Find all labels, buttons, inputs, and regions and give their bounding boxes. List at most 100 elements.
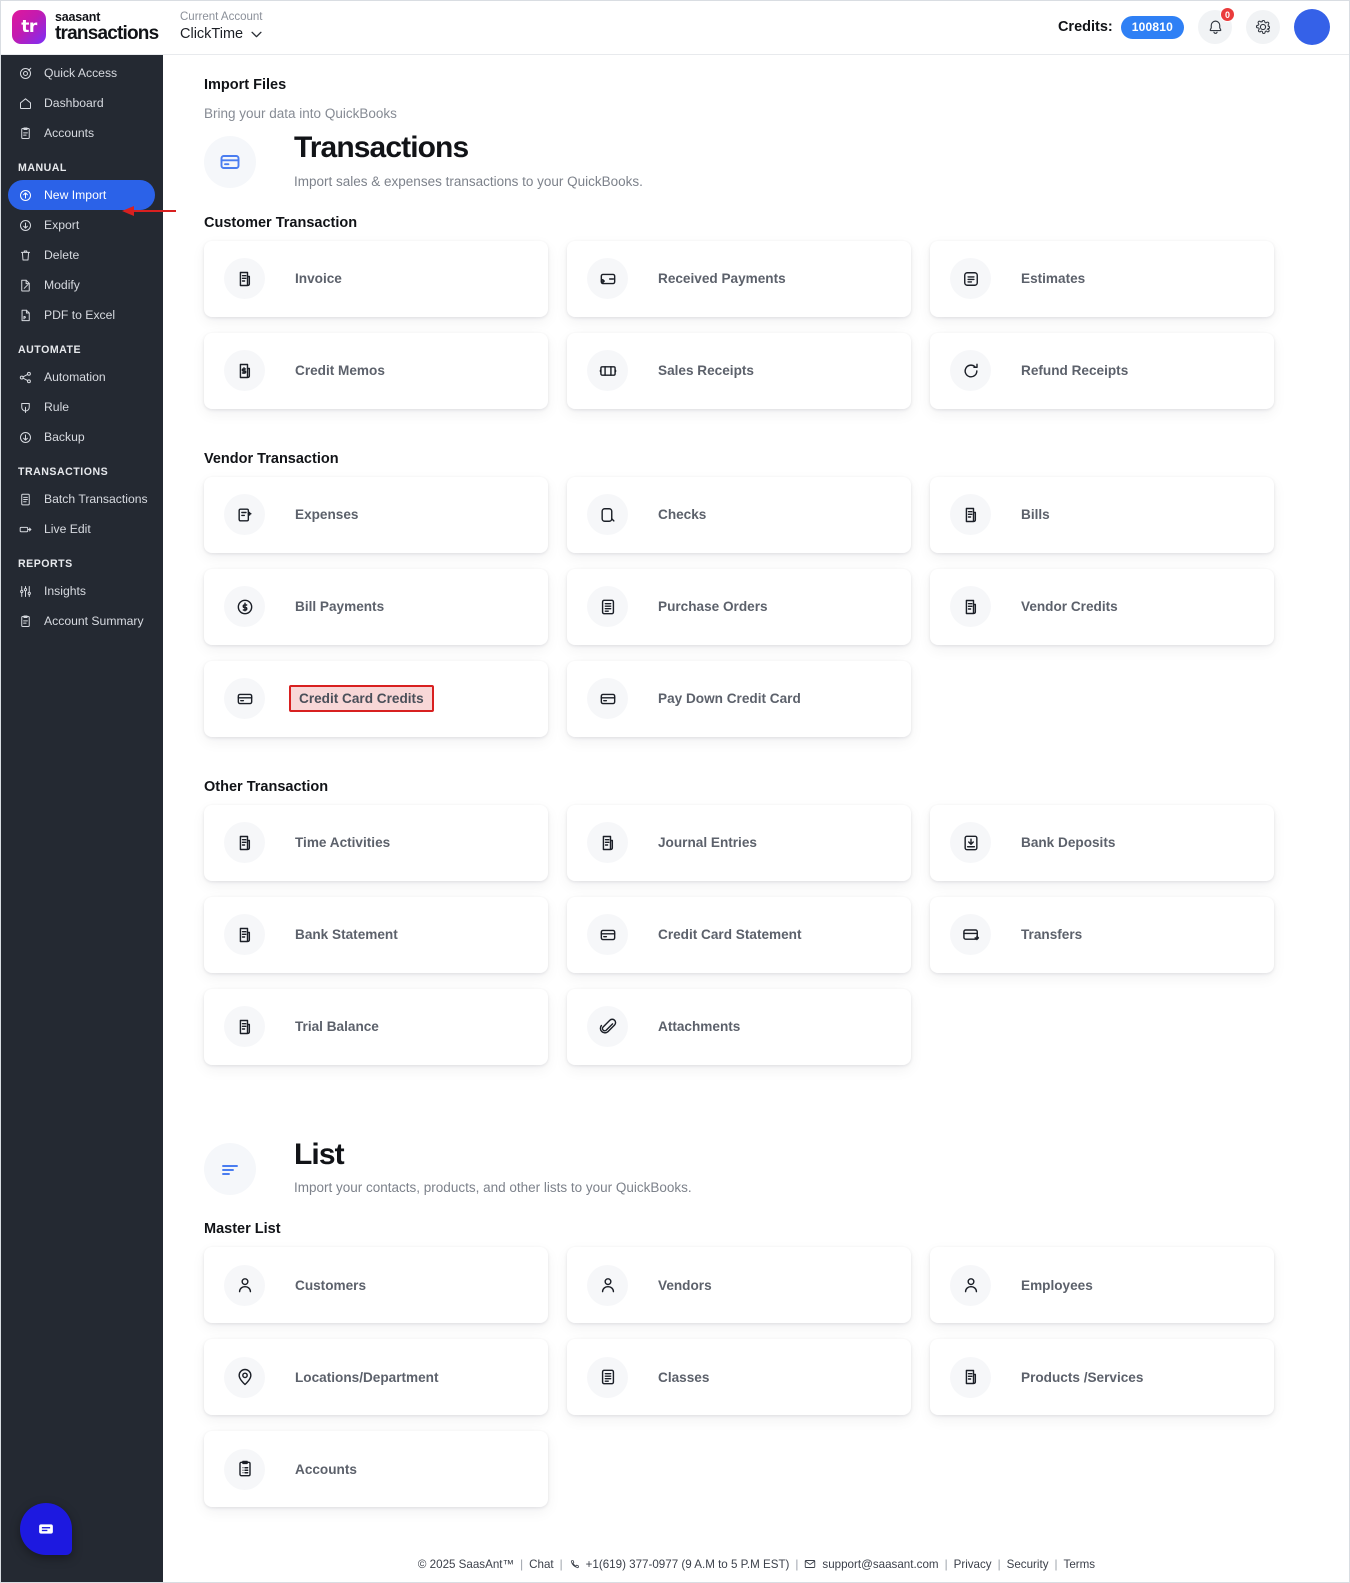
person-icon [601,1278,614,1293]
footer-copyright: © 2025 SaasAnt™ [417,1557,515,1571]
sidebar-item-accounts[interactable]: Accounts [8,118,155,148]
sidebar-item-delete[interactable]: Delete [8,240,155,270]
footer-terms-link[interactable]: Terms [1064,1558,1096,1571]
check-icon [600,507,615,522]
import-card-expenses[interactable]: Expenses [204,476,548,553]
footer-phone[interactable]: +1(619) 377-0977 (9 A.M to 5 P.M EST) [586,1558,790,1571]
import-card-trial-balance[interactable]: Trial Balance [204,988,548,1065]
notification-count-badge: 0 [1220,7,1235,22]
sidebar-item-export[interactable]: Export [8,210,155,240]
footer-chat-link[interactable]: Chat [529,1558,554,1571]
import-card-refund-receipts[interactable]: Refund Receipts [930,332,1274,409]
clipboard-icon [587,822,628,863]
settings-button[interactable] [1246,10,1280,44]
import-card-bank-deposits[interactable]: Bank Deposits [930,804,1274,881]
person-icon [950,1264,991,1306]
clipboard-icon [965,1369,976,1385]
import-card-time-activities[interactable]: Time Activities [204,804,548,881]
card-icon [224,678,265,719]
card-icon [600,693,615,704]
credits-value-badge[interactable]: 100810 [1120,15,1184,39]
card-grid: Customers Vendors Employees Locations/Depar… [204,1247,1292,1523]
footer-privacy-link[interactable]: Privacy [954,1558,992,1571]
account-name: ClickTime [180,26,244,43]
sidebar-item-insights[interactable]: Insights [8,576,155,606]
notifications-button[interactable]: 0 [1198,7,1235,44]
refund-icon [963,363,978,377]
import-card-accounts[interactable]: Accounts [204,1431,548,1507]
clipboard-icon [18,126,33,141]
import-card-bill-payments[interactable]: Bill Payments [204,568,548,645]
import-card-vendors[interactable]: Vendors [567,1247,911,1323]
footer-divider: | [520,1557,524,1571]
sidebar-item-label: Account Summary [44,614,144,628]
import-card-classes[interactable]: Classes [567,1339,911,1415]
sidebar-item-quick-access[interactable]: Quick Access [8,58,155,88]
live-edit-icon [18,522,33,537]
download-icon [18,218,33,233]
credits-display: Credits: 100810 [1058,15,1184,39]
sliders-icon [20,585,31,597]
import-card-label: Classes [658,1369,710,1385]
sidebar-item-account-summary[interactable]: Account Summary [8,606,155,636]
invoice-icon [239,271,250,286]
import-card-purchase-orders[interactable]: Purchase Orders [567,568,911,645]
import-card-locations-department[interactable]: Locations/Department [204,1339,548,1415]
import-card-label: Pay Down Credit Card [658,691,801,706]
pin-icon [224,1356,265,1398]
credit-memo-icon [239,363,250,378]
group-title: Customer Transaction [204,214,358,231]
account-switcher[interactable]: ClickTime [180,26,262,43]
import-card-credit-card-statement[interactable]: Credit Card Statement [567,896,911,973]
chevron-down-icon [251,31,262,38]
sidebar-item-batch-transactions[interactable]: Batch Transactions [8,484,155,514]
import-card-employees[interactable]: Employees [930,1247,1274,1323]
sidebar-item-dashboard[interactable]: Dashboard [8,88,155,118]
import-card-sales-receipts[interactable]: Sales Receipts [567,332,911,409]
sidebar-item-label: Delete [44,248,80,262]
sidebar-item-modify[interactable]: Modify [8,270,155,300]
import-card-credit-memos[interactable]: Credit Memos [204,332,548,409]
import-card-checks[interactable]: Checks [567,476,911,553]
card-icon [587,914,628,955]
sidebar-item-automation[interactable]: Automation [8,362,155,392]
import-card-customers[interactable]: Customers [204,1247,548,1323]
card-grid: Time Activities Journal Entries Bank Depos… [204,804,1292,1081]
sidebar-item-label: Export [44,218,80,232]
import-card-label: Bank Deposits [1021,835,1116,850]
edit-doc-icon [18,278,33,293]
sidebar-item-label: Automation [44,370,106,384]
sidebar-item-live-edit[interactable]: Live Edit [8,514,155,544]
expense-icon [224,494,265,535]
envelope-icon [805,1560,816,1568]
import-card-attachments[interactable]: Attachments [567,988,911,1065]
sidebar-item-pdf-to-excel[interactable]: PDF to Excel [8,300,155,330]
footer-security-link[interactable]: Security [1007,1558,1049,1571]
import-card-bills[interactable]: Bills [930,476,1274,553]
sales-receipt-icon [587,350,628,391]
import-card-estimates[interactable]: Estimates [930,240,1274,317]
estimate-icon [963,271,978,286]
import-card-bank-statement[interactable]: Bank Statement [204,896,548,973]
import-card-credit-card-credits[interactable]: Credit Card Credits [204,660,548,737]
sidebar-item-label: Batch Transactions [44,492,148,506]
import-card-pay-down-credit-card[interactable]: Pay Down Credit Card [567,660,911,737]
user-avatar[interactable] [1294,9,1330,45]
import-card-products-services[interactable]: Products /Services [930,1339,1274,1415]
sidebar-item-rule[interactable]: Rule [8,392,155,422]
sidebar-primary-nav: Quick Access Dashboard Accounts [0,58,163,148]
import-card-journal-entries[interactable]: Journal Entries [567,804,911,881]
edit-doc-icon [21,279,30,291]
import-card-invoice[interactable]: Invoice [204,240,548,317]
import-card-received-payments[interactable]: Received Payments [567,240,911,317]
import-card-label: Received Payments [658,271,786,286]
sidebar-item-new-import[interactable]: New Import [8,180,155,210]
rule-icon [21,402,30,413]
import-card-label: Trial Balance [295,1019,379,1034]
import-card-vendor-credits[interactable]: Vendor Credits [930,568,1274,645]
sidebar-item-backup[interactable]: Backup [8,422,155,452]
import-card-transfers[interactable]: Transfers [930,896,1274,973]
footer-email[interactable]: support@saasant.com [822,1558,938,1571]
chat-widget-button[interactable] [20,1503,72,1555]
brand-logo[interactable]: tr saasant transactions [0,10,168,44]
